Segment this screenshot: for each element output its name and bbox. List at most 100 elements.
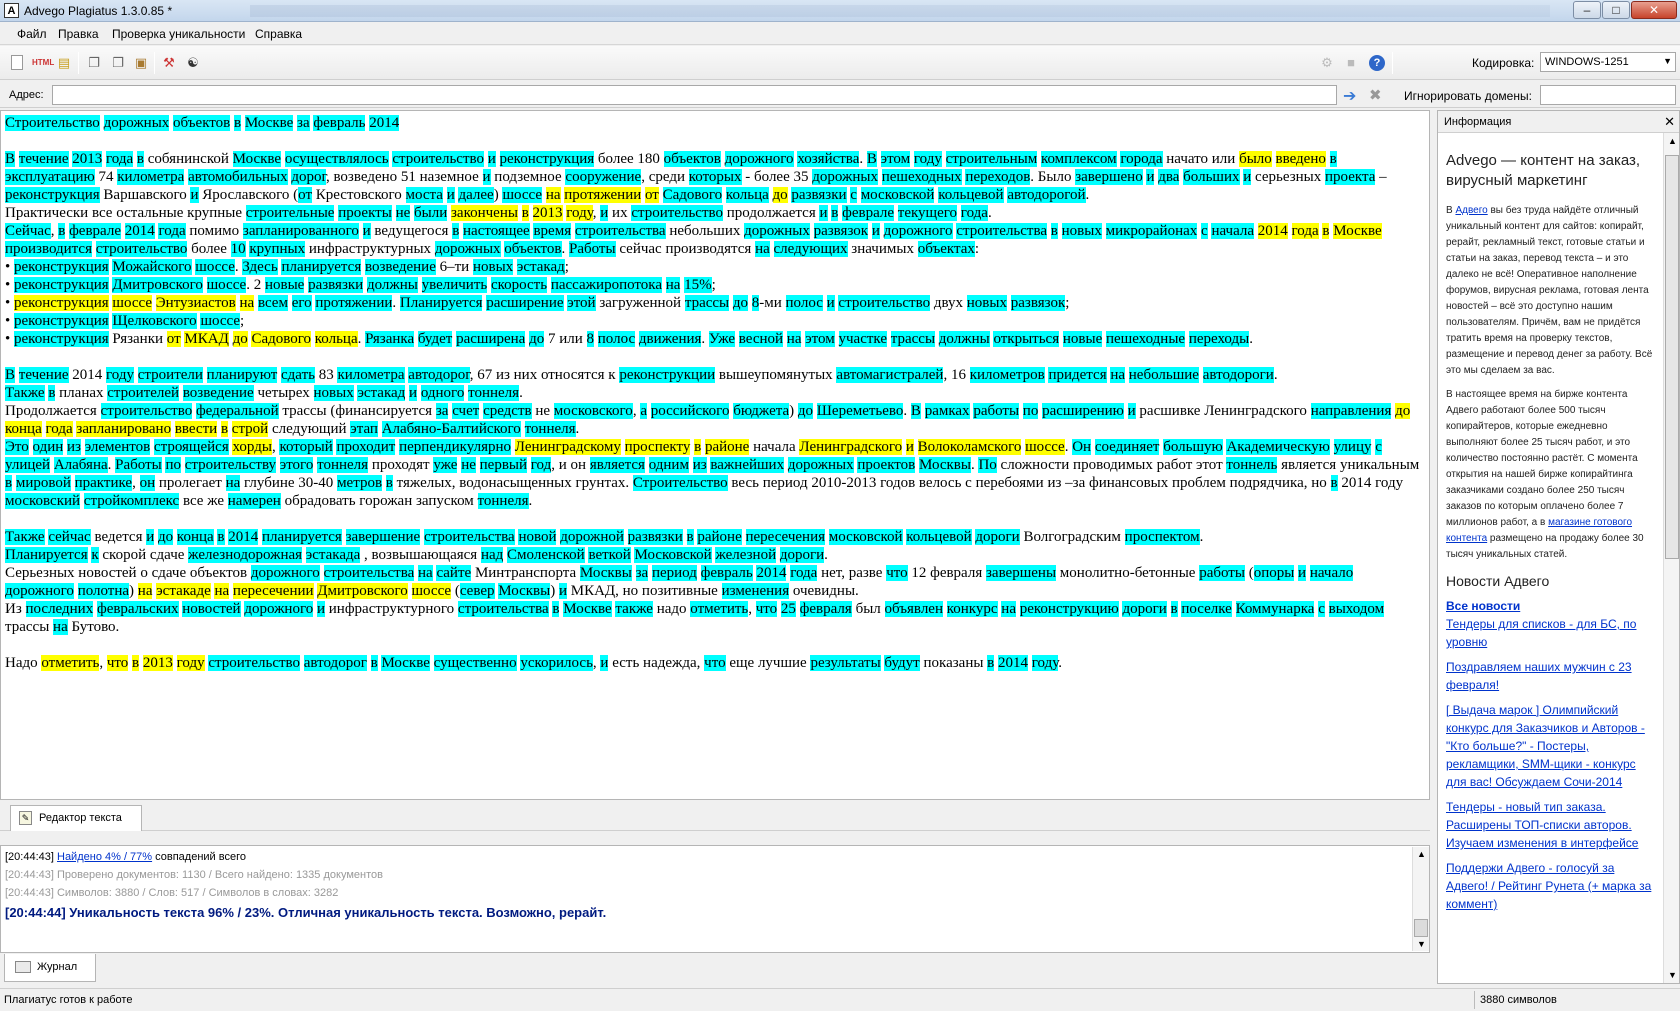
match-highlight-cyan: Также <box>5 385 45 401</box>
match-highlight-cyan: небольшие <box>1128 367 1199 383</box>
match-highlight-cyan: этом <box>805 331 835 347</box>
match-highlight-cyan: планируют <box>206 367 278 383</box>
new-doc-icon[interactable] <box>11 55 23 70</box>
scroll-thumb[interactable] <box>1665 155 1679 559</box>
tab-text-editor[interactable]: ✎ Редактор текста <box>10 805 142 831</box>
match-highlight-yellow: в <box>1322 223 1330 239</box>
match-highlight-cyan: его <box>291 295 312 311</box>
html-icon[interactable]: HTML <box>32 55 54 71</box>
menu-file[interactable]: Файл <box>17 27 47 41</box>
match-highlight-yellow: хорды <box>232 439 272 455</box>
match-highlight-cyan: не <box>461 457 476 473</box>
compare-icon[interactable]: ☯ <box>185 55 201 71</box>
match-highlight-cyan: автомагистралей <box>836 367 944 383</box>
clear-icon[interactable]: ✖ <box>1369 86 1382 104</box>
match-highlight-cyan: новые <box>264 277 305 293</box>
match-highlight-yellow: кольца <box>314 331 358 347</box>
match-highlight-cyan: в <box>1050 223 1058 239</box>
news-heading: Новости Адвего <box>1446 573 1550 589</box>
editor-paragraph: Это один из элементов строящейся хорды, … <box>5 439 1420 509</box>
info-paragraph: В настоящее время на бирже контента Адве… <box>1446 387 1654 563</box>
encoding-select[interactable]: WINDOWS-1251 ▼ <box>1540 52 1676 72</box>
match-highlight-cyan: Садового <box>662 187 723 203</box>
match-highlight-cyan: московский <box>5 493 81 509</box>
news-link[interactable]: Поздравляем наших мужчин с 23 февраля! <box>1446 658 1654 694</box>
editor-content[interactable]: Строительство дорожных объектов в Москве… <box>5 114 1425 672</box>
scroll-up-icon[interactable]: ▲ <box>1417 849 1426 859</box>
lock-icon[interactable]: ■ <box>1343 55 1359 71</box>
match-highlight-cyan: кольцевой <box>938 187 1004 203</box>
copy2-icon[interactable]: ❐ <box>110 55 126 71</box>
match-highlight-cyan: По <box>978 457 997 473</box>
news-link[interactable]: Тендеры - новый тип заказа. Расширены ТО… <box>1446 798 1654 852</box>
match-highlight-cyan: тоннеля <box>477 493 529 509</box>
match-highlight-cyan: реконструкция <box>14 259 109 275</box>
text-editor[interactable]: Строительство дорожных объектов в Москве… <box>0 110 1430 800</box>
open-icon[interactable]: ▤ <box>56 55 72 71</box>
ignore-domains-input[interactable] <box>1540 85 1676 105</box>
match-highlight-cyan: на <box>665 277 681 293</box>
match-highlight-cyan: будет <box>417 331 453 347</box>
match-highlight-cyan: дорожных <box>787 457 854 473</box>
match-highlight-cyan: В <box>5 151 16 167</box>
match-highlight-cyan: эстакада <box>305 547 361 563</box>
editor-paragraph: Сейчас, в феврале 2014 года помимо запла… <box>5 223 1382 257</box>
match-highlight-cyan: города <box>1120 151 1163 167</box>
menu-uniqueness-check[interactable]: Проверка уникальности <box>112 27 245 41</box>
close-button[interactable]: ✕ <box>1631 1 1677 19</box>
match-highlight-cyan: шоссе <box>195 259 235 275</box>
scroll-down-icon[interactable]: ▼ <box>1417 939 1426 949</box>
match-highlight-cyan: новых <box>1061 223 1102 239</box>
scroll-up-icon[interactable]: ▲ <box>1668 136 1677 146</box>
match-highlight-cyan: объявлен <box>884 601 943 617</box>
match-highlight-cyan: Сейчас <box>5 223 51 239</box>
scroll-thumb[interactable] <box>1414 919 1428 937</box>
match-highlight-cyan: следующих <box>773 241 848 257</box>
match-highlight-cyan: дорожной <box>560 529 624 545</box>
match-highlight-cyan: новых <box>966 295 1007 311</box>
match-highlight-yellow: было <box>1239 151 1272 167</box>
news-link[interactable]: [ Выдача марок ] Олимпийский конкурс для… <box>1446 701 1654 791</box>
match-highlight-cyan: результаты <box>810 655 881 671</box>
match-highlight-cyan: автомобильных <box>188 169 288 185</box>
match-highlight-cyan: и <box>446 187 455 203</box>
paste-icon[interactable]: ▣ <box>133 55 149 71</box>
news-all-link[interactable]: Все новости <box>1446 597 1654 615</box>
news-link[interactable]: Поддержи Адвего - голосуй за Адвего! / Р… <box>1446 859 1654 913</box>
tab-journal[interactable]: Журнал <box>4 954 96 982</box>
copy-icon[interactable]: ❐ <box>86 55 102 71</box>
minimize-button[interactable]: – <box>1573 1 1601 19</box>
match-highlight-cyan: этом <box>880 151 911 167</box>
match-highlight-cyan: всем <box>257 295 288 311</box>
news-link[interactable]: Тендеры для списков - для БС, по уровню <box>1446 615 1654 651</box>
match-highlight-cyan: не <box>395 205 411 221</box>
match-highlight-cyan: за <box>435 403 449 419</box>
editor-paragraph: Также сейчас ведется и до конца в 2014 п… <box>5 529 1204 545</box>
close-icon[interactable]: ✕ <box>1664 111 1675 133</box>
menu-help[interactable]: Справка <box>255 27 302 41</box>
menu-edit[interactable]: Правка <box>58 27 99 41</box>
address-input[interactable] <box>52 85 1337 105</box>
log-scrollbar[interactable]: ▲ ▼ <box>1412 847 1429 951</box>
scroll-down-icon[interactable]: ▼ <box>1668 970 1677 980</box>
help-icon[interactable]: ? <box>1369 55 1385 71</box>
match-highlight-cyan: трассы <box>684 295 730 311</box>
match-highlight-cyan: Москве <box>232 151 282 167</box>
match-highlight-yellow: в <box>694 439 702 455</box>
match-highlight-cyan: Москве <box>563 601 612 617</box>
match-highlight-yellow: года <box>45 421 73 437</box>
log-panel[interactable]: [20:44:43] Найдено 4% / 77% совпадений в… <box>0 845 1430 953</box>
settings-icon[interactable]: ⚙ <box>1319 55 1335 71</box>
match-highlight-cyan: течение <box>18 151 69 167</box>
check-icon[interactable]: ⚒ <box>161 55 177 71</box>
log-found-link[interactable]: Найдено 4% / 77% <box>57 851 152 863</box>
match-highlight-cyan: производится <box>5 241 92 257</box>
advego-link[interactable]: Адвего <box>1455 205 1487 216</box>
title-bar-blurred-area <box>250 5 1550 17</box>
info-scrollbar[interactable]: ▲ ▼ <box>1663 133 1679 983</box>
match-highlight-cyan: первый <box>479 457 528 473</box>
go-arrow-icon[interactable]: ➔ <box>1343 86 1356 106</box>
match-highlight-yellow: года <box>1291 223 1319 239</box>
match-highlight-cyan: пешеходных <box>881 169 962 185</box>
maximize-button[interactable]: □ <box>1602 1 1630 19</box>
